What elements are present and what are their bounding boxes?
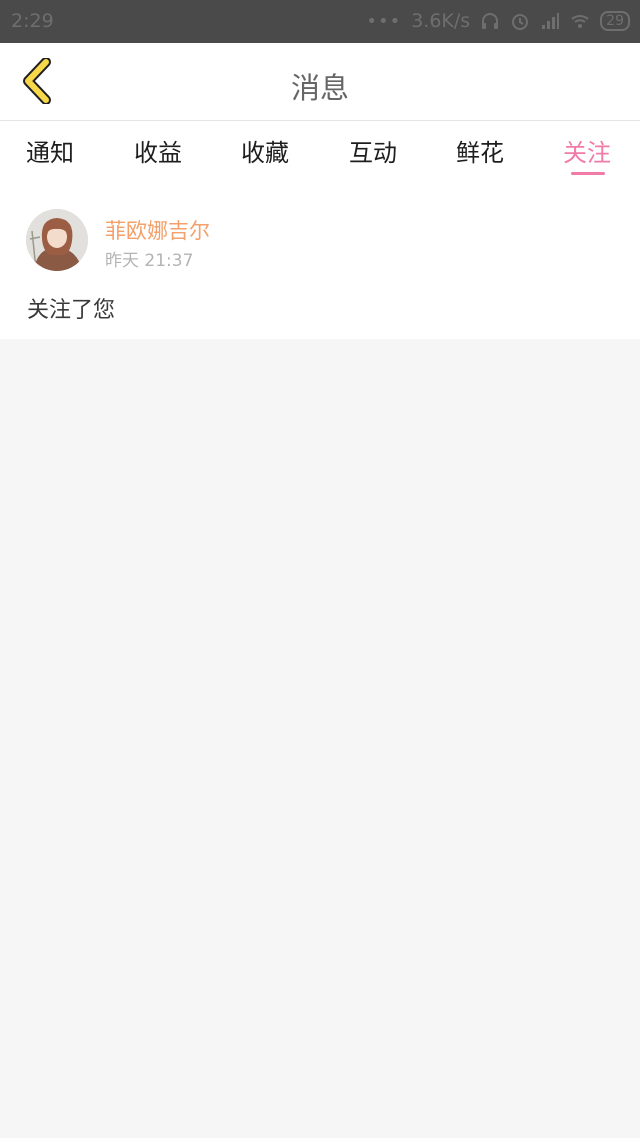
- avatar-image: [26, 209, 88, 271]
- header: 消息: [0, 43, 640, 121]
- message-item[interactable]: 菲欧娜吉尔 昨天 21:37 关注了您: [0, 181, 640, 339]
- active-tab-indicator: [571, 172, 605, 175]
- username[interactable]: 菲欧娜吉尔: [105, 215, 210, 245]
- message-text: 关注了您: [27, 298, 116, 323]
- timestamp: 昨天 21:37: [105, 251, 194, 271]
- alarm-icon: [512, 14, 529, 30]
- wifi-icon: [571, 15, 589, 28]
- tab-bar: 通知 收益 收藏 互动 鲜花 关注: [0, 121, 640, 181]
- tab-earnings[interactable]: 收益: [134, 133, 182, 168]
- tab-favorites[interactable]: 收藏: [241, 133, 289, 168]
- tab-interactions[interactable]: 互动: [349, 133, 397, 168]
- tab-follows[interactable]: 关注: [563, 133, 611, 168]
- status-dots: •••: [366, 10, 402, 32]
- tab-notifications[interactable]: 通知: [26, 133, 74, 168]
- network-speed: 3.6K/s: [411, 10, 471, 32]
- status-right: ••• 3.6K/s 29: [366, 10, 630, 32]
- avatar[interactable]: [26, 209, 88, 271]
- headphones-icon: [482, 13, 499, 29]
- battery-icon: 29: [600, 11, 630, 31]
- signal-icon: [542, 13, 560, 29]
- status-bar: 2:29 ••• 3.6K/s 29: [0, 0, 640, 43]
- tab-flowers[interactable]: 鲜花: [456, 133, 504, 168]
- status-time: 2:29: [11, 10, 54, 32]
- page-title: 消息: [290, 71, 349, 105]
